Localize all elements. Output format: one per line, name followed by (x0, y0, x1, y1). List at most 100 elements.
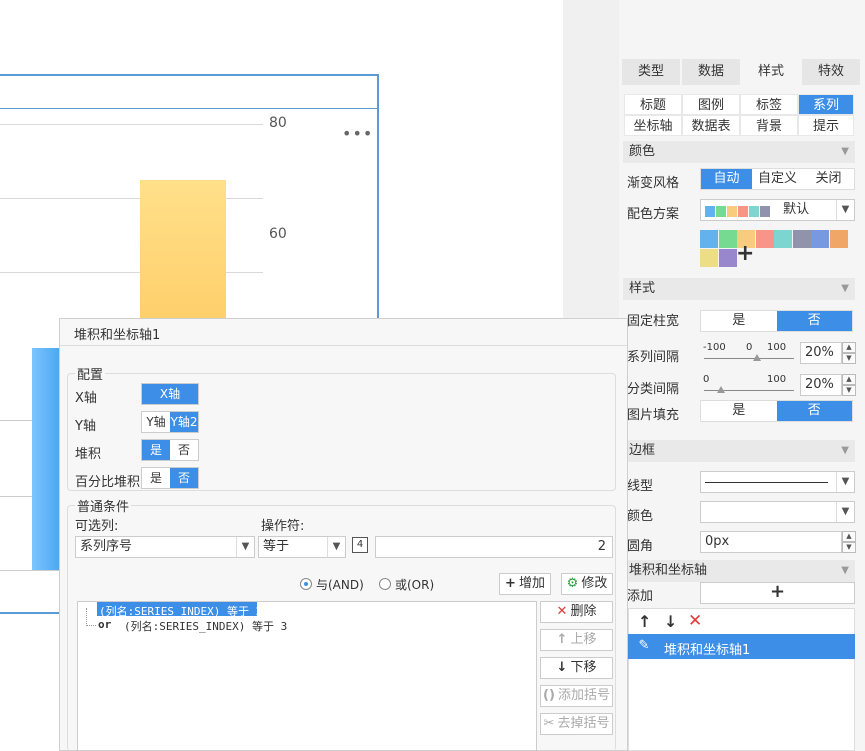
and-label: 与(AND) (316, 578, 364, 592)
subtab-background[interactable]: 背景 (740, 115, 798, 136)
subtab-datatable[interactable]: 数据表 (682, 115, 740, 136)
gradient-custom-option[interactable]: 自定义 (752, 169, 803, 189)
section-border[interactable]: 边框 ▼ (623, 440, 855, 462)
palette-color-swatch[interactable] (774, 230, 792, 248)
condition-legend: 普通条件 (75, 496, 132, 515)
or-radio[interactable] (379, 578, 391, 590)
subtab-legend[interactable]: 图例 (682, 94, 740, 115)
section-color[interactable]: 颜色 ▼ (623, 141, 855, 163)
condition-item[interactable]: (列名:SERIES_INDEX) 等于 2 (99, 603, 262, 619)
palette-color-swatch[interactable] (829, 230, 848, 248)
fixed-width-no[interactable]: 否 (776, 311, 852, 331)
fixed-width-yes[interactable]: 是 (701, 311, 777, 331)
arrow-up-icon: ↑ (556, 632, 568, 647)
stack-label: 堆积 (75, 447, 102, 462)
add-color-icon[interactable]: + (736, 243, 754, 265)
tab-data[interactable]: 数据 (682, 59, 740, 85)
spin-down-icon[interactable]: ▼ (842, 385, 856, 396)
delete-condition-button[interactable]: ✕ 删除 (540, 601, 613, 623)
modify-condition-label: 修改 (581, 576, 608, 591)
palette-color-swatch[interactable] (811, 230, 829, 248)
palette-color-swatch[interactable] (700, 230, 718, 248)
scheme-color-chip (738, 206, 748, 217)
modify-condition-button[interactable]: ⚙ 修改 (561, 573, 613, 595)
add-stack-button[interactable]: + (700, 582, 855, 604)
image-fill-yes[interactable]: 是 (701, 401, 777, 421)
tab-style[interactable]: 样式 (742, 59, 800, 85)
column-value: 系列序号 (80, 539, 133, 554)
delete-icon[interactable]: ✕ (688, 611, 702, 631)
move-down-icon[interactable]: ↓ (664, 612, 677, 631)
percent-stack-label: 百分比堆积 (75, 475, 141, 490)
tab-effects[interactable]: 特效 (802, 59, 860, 85)
category-gap-input[interactable]: 20% (800, 374, 842, 396)
palette-color-swatch[interactable] (718, 230, 737, 248)
image-fill-label: 图片填充 (627, 408, 680, 423)
add-condition-button[interactable]: + 增加 (499, 573, 551, 595)
tab-type[interactable]: 类型 (622, 59, 680, 85)
y-axis2-option[interactable]: Y轴2 (170, 412, 198, 432)
stack-yes[interactable]: 是 (142, 440, 170, 460)
operator-select[interactable]: 等于 ▼ (258, 536, 346, 558)
spin-up-icon[interactable]: ▲ (842, 342, 856, 353)
section-style[interactable]: 样式 ▼ (623, 278, 855, 300)
percent-stack-yes[interactable]: 是 (142, 468, 170, 488)
subtab-axis[interactable]: 坐标轴 (624, 115, 682, 136)
x-axis-option[interactable]: X轴 (142, 384, 198, 404)
scheme-color-chip (705, 206, 715, 217)
y-axis-option[interactable]: Y轴 (142, 412, 170, 432)
or-label: 或(OR) (395, 578, 435, 592)
palette-color-swatch[interactable] (755, 230, 774, 248)
column-select[interactable]: 系列序号 ▼ (75, 536, 255, 558)
gridline (0, 496, 32, 497)
add-bracket-button[interactable]: () 添加括号 (540, 685, 613, 707)
operator-label: 操作符: (261, 519, 305, 534)
spin-up-icon[interactable]: ▲ (842, 374, 856, 385)
subtab-title[interactable]: 标题 (624, 94, 682, 115)
y-axis-select: Y轴 Y轴2 (141, 411, 199, 433)
spin-down-icon[interactable]: ▼ (842, 353, 856, 364)
palette-color-swatch[interactable] (700, 249, 718, 267)
scheme-color-chip (760, 206, 770, 217)
corner-radius-input[interactable]: 0px (700, 531, 842, 553)
spin-down-icon[interactable]: ▼ (842, 542, 856, 553)
move-down-button[interactable]: ↓ 下移 (540, 657, 613, 679)
condition-item[interactable]: (列名:SERIES_INDEX) 等于 3 (124, 618, 287, 634)
series-gap-input[interactable]: 20% (800, 342, 842, 364)
chart-bar (32, 348, 60, 570)
palette-color-swatch[interactable] (792, 230, 811, 248)
remove-bracket-button[interactable]: ✂ 去掉括号 (540, 713, 613, 735)
gradient-auto-option[interactable]: 自动 (701, 169, 752, 189)
stack-no[interactable]: 否 (170, 440, 198, 460)
parameter-icon[interactable]: 4 (352, 537, 368, 553)
category-gap-thumb[interactable] (717, 386, 725, 393)
config-legend: 配置 (75, 364, 106, 383)
series-gap-thumb[interactable] (753, 354, 761, 361)
percent-stack-no[interactable]: 否 (170, 468, 198, 488)
gradient-off-option[interactable]: 关闭 (803, 169, 854, 189)
series-gap-slider[interactable] (704, 358, 794, 359)
subtab-tooltip[interactable]: 提示 (798, 115, 854, 136)
image-fill-no[interactable]: 否 (776, 401, 852, 421)
subtab-series[interactable]: 系列 (798, 94, 854, 115)
palette-color-swatch[interactable] (718, 249, 737, 267)
move-up-button[interactable]: ↑ 上移 (540, 629, 613, 651)
edit-pencil-icon[interactable]: ✎ (634, 636, 654, 656)
chart-bar (140, 180, 226, 320)
x-axis-select: X轴 (141, 383, 199, 405)
line-type-select[interactable]: ▼ (700, 471, 855, 493)
spin-up-icon[interactable]: ▲ (842, 531, 856, 542)
subtab-label[interactable]: 标签 (740, 94, 798, 115)
value-input[interactable]: 2 (375, 536, 613, 558)
color-scheme-select[interactable]: 默认 ▼ (700, 199, 855, 221)
and-radio[interactable] (300, 578, 312, 590)
remove-bracket-label: 去掉括号 (557, 716, 610, 731)
scheme-value: 默认 (783, 202, 810, 217)
more-dots-icon[interactable]: ••• (342, 124, 373, 143)
section-stack-axis[interactable]: 堆积和坐标轴 ▼ (623, 560, 855, 582)
move-up-icon[interactable]: ↑ (638, 612, 651, 631)
border-color-select[interactable]: ▼ (700, 501, 855, 523)
chevron-down-icon: ▼ (836, 472, 854, 492)
category-gap-label: 分类间隔 (627, 382, 680, 397)
color-scheme-label: 配色方案 (627, 207, 680, 222)
